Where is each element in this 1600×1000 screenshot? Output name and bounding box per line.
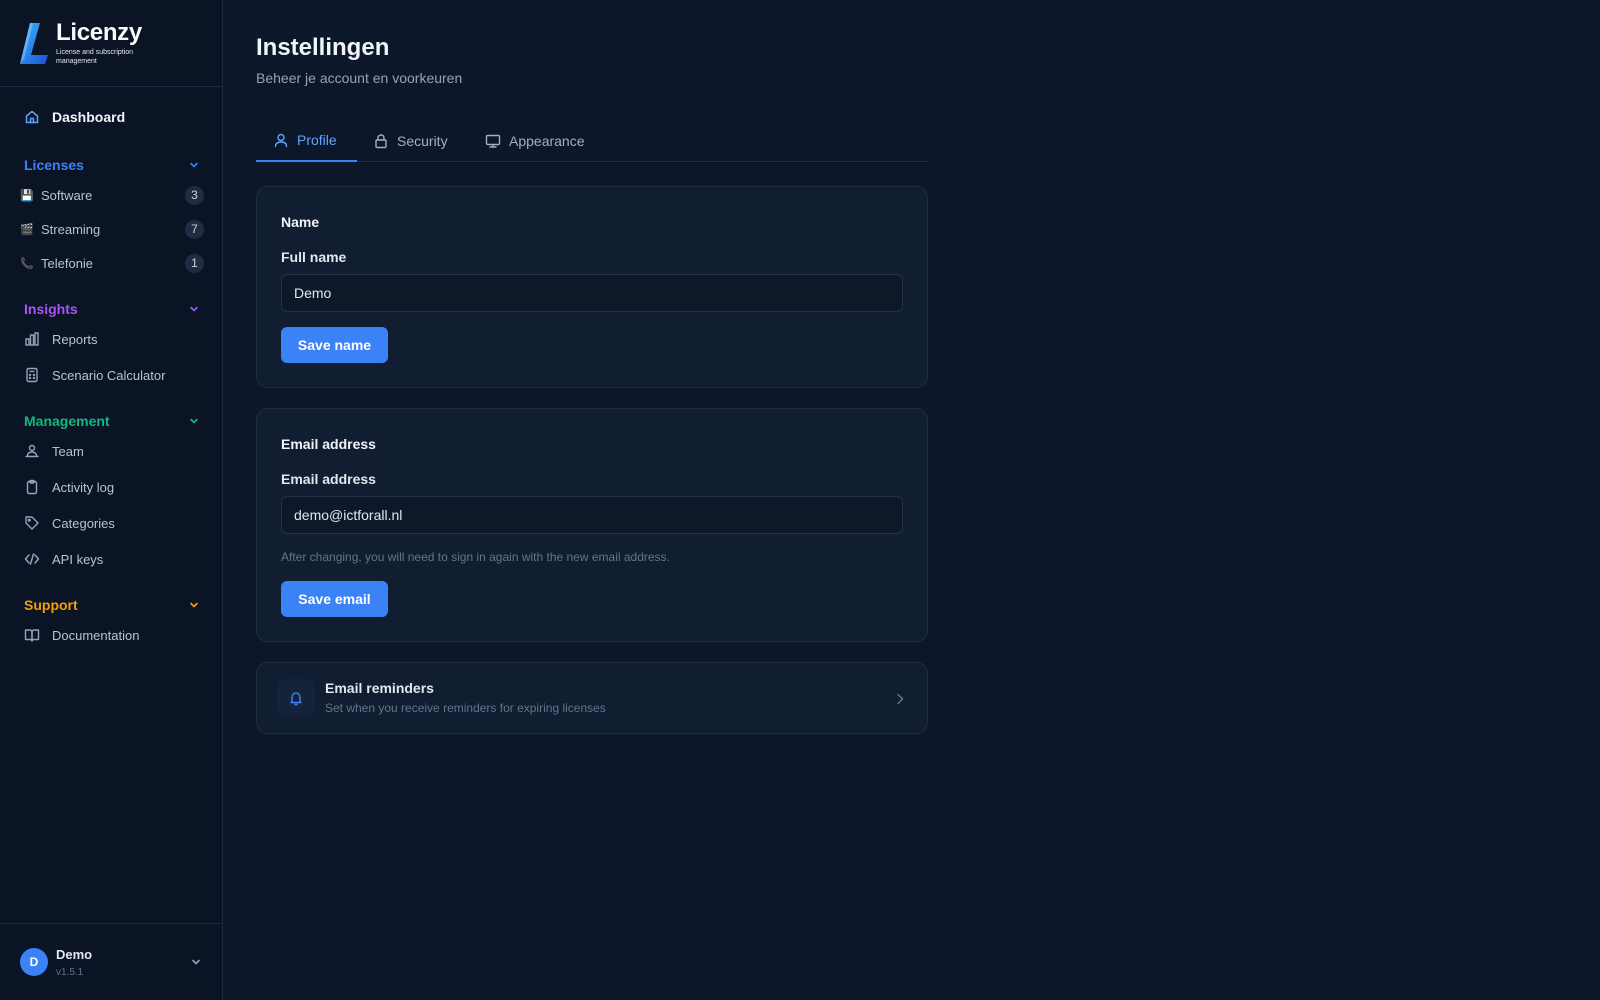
section-insights[interactable]: Insights [24, 299, 200, 319]
field-label: Full name [281, 249, 347, 265]
user-name: Demo [56, 946, 93, 962]
sidebar-item-label: Streaming [41, 221, 101, 237]
calculator-icon [26, 367, 38, 383]
sidebar-item-label: Activity log [52, 479, 115, 495]
sidebar-item-api-keys[interactable]: API keys [24, 548, 204, 570]
sidebar-item-software[interactable]: 💾 Software 3 [20, 184, 204, 206]
chevron-down-icon [192, 959, 200, 965]
email-hint: After changing, you will need to sign in… [281, 550, 670, 564]
reminder-subtitle: Set when you receive reminders for expir… [325, 701, 606, 715]
home-icon [25, 110, 39, 124]
full-name-input[interactable] [281, 274, 903, 312]
card-title: Email address [281, 436, 376, 452]
book-icon [24, 629, 40, 642]
section-insights-title: Insights [24, 301, 78, 317]
email-card: Email address Email address After changi… [256, 408, 928, 642]
sidebar-item-scenario-calculator[interactable]: Scenario Calculator [24, 364, 204, 386]
count-badge: 7 [185, 219, 204, 239]
page-title: Instellingen [256, 34, 390, 61]
chevron-down-icon [190, 602, 198, 608]
clipboard-icon [26, 479, 38, 495]
brand[interactable]: Licenzy License and subscription managem… [0, 0, 222, 87]
reminder-title: Email reminders [325, 680, 434, 696]
floppy-disk-icon: 💾 [20, 189, 34, 202]
sidebar-item-label: Documentation [52, 627, 140, 643]
reminder-icon-box [277, 679, 315, 717]
page-subtitle: Beheer je account en voorkeuren [256, 70, 463, 86]
bar-chart-icon [25, 332, 39, 346]
field-label: Email address [281, 471, 376, 487]
tab-label: Security [397, 133, 448, 149]
sidebar-item-activity-log[interactable]: Activity log [24, 476, 204, 498]
email-reminders-card[interactable]: Email reminders Set when you receive rem… [256, 662, 928, 734]
sidebar-item-streaming[interactable]: 🎬 Streaming 7 [20, 218, 204, 240]
sidebar-item-label: Reports [52, 331, 98, 347]
card-title: Name [281, 214, 320, 230]
bell-icon [290, 692, 302, 706]
tab-label: Appearance [509, 133, 585, 149]
app-version: v1.5.1 [56, 966, 84, 978]
avatar: D [20, 948, 48, 976]
sidebar-item-documentation[interactable]: Documentation [24, 624, 204, 646]
settings-tabs: Profile Security Appearance [256, 120, 928, 162]
sidebar-item-categories[interactable]: Categories [24, 512, 204, 534]
sidebar-item-label: API keys [52, 551, 104, 567]
section-support[interactable]: Support [24, 595, 200, 615]
chevron-down-icon [190, 418, 198, 424]
brand-tagline: License and subscription management [56, 49, 134, 65]
tab-profile[interactable]: Profile [256, 120, 357, 162]
lock-icon [375, 134, 387, 149]
section-management[interactable]: Management [24, 411, 200, 431]
sidebar-item-label: Scenario Calculator [52, 367, 166, 383]
licenzy-logo-icon [20, 23, 48, 64]
sidebar-item-telefonie[interactable]: 📞 Telefonie 1 [20, 252, 204, 274]
sidebar-item-label: Telefonie [41, 255, 94, 271]
code-icon [24, 553, 40, 565]
team-icon [25, 444, 39, 458]
sidebar-item-label: Team [52, 443, 84, 459]
count-badge: 3 [185, 185, 204, 205]
save-name-button[interactable]: Save name [281, 327, 388, 363]
section-licenses-title: Licenses [24, 157, 84, 173]
save-email-button[interactable]: Save email [281, 581, 388, 617]
chevron-down-icon [190, 162, 198, 168]
chevron-down-icon [190, 306, 198, 312]
nav-dashboard-label: Dashboard [52, 109, 126, 125]
tab-appearance[interactable]: Appearance [485, 120, 585, 162]
clapper-board-icon: 🎬 [20, 223, 34, 236]
sidebar-item-team[interactable]: Team [24, 440, 204, 462]
section-support-title: Support [24, 597, 78, 613]
section-licenses[interactable]: Licenses [24, 155, 200, 175]
sidebar-item-label: Categories [52, 515, 115, 531]
tag-icon [25, 516, 39, 530]
count-badge: 1 [185, 253, 204, 273]
user-icon [274, 133, 288, 148]
sidebar-item-reports[interactable]: Reports [24, 328, 204, 350]
tab-label: Profile [297, 132, 337, 148]
email-input[interactable] [281, 496, 903, 534]
sidebar: Licenzy License and subscription managem… [0, 0, 223, 1000]
chevron-right-icon [897, 693, 904, 705]
name-card: Name Full name Save name [256, 186, 928, 388]
tab-security[interactable]: Security [373, 120, 448, 162]
section-management-title: Management [24, 413, 110, 429]
brand-name: Licenzy [56, 19, 142, 46]
user-menu[interactable]: D Demo v1.5.1 [0, 923, 222, 1000]
phone-icon: 📞 [20, 257, 34, 270]
monitor-icon [485, 134, 501, 148]
sidebar-item-label: Software [41, 187, 93, 203]
nav-dashboard[interactable]: Dashboard [12, 104, 210, 130]
